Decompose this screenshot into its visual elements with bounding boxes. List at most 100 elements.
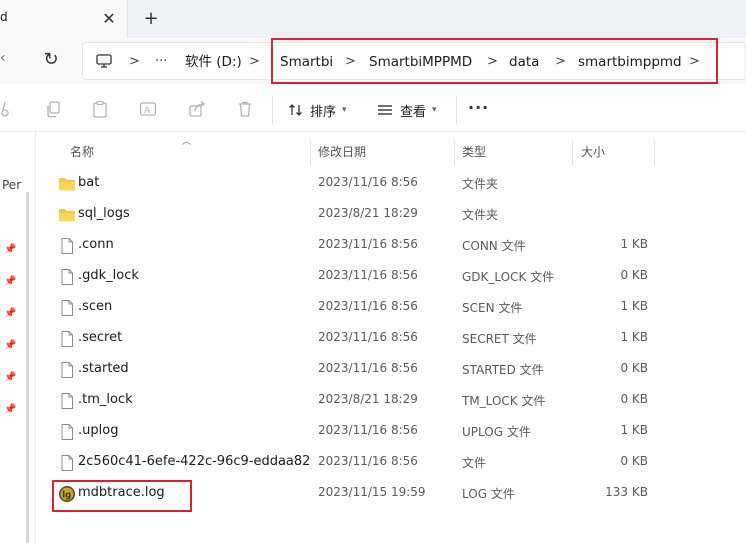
pin-icon[interactable]: 📌 [4, 340, 16, 352]
folder-icon [58, 175, 76, 193]
column-header-date[interactable]: 修改日期 [318, 143, 366, 160]
column-header-size[interactable]: 大小 [581, 143, 605, 160]
file-name: .scen [78, 299, 113, 314]
file-name: .secret [78, 330, 123, 345]
file-row[interactable]: .secret 2023/11/16 8:56 SECRET 文件 1 KB [36, 323, 746, 354]
tab-current[interactable]: d ✕ [0, 0, 128, 38]
file-row[interactable]: .tm_lock 2023/8/21 18:29 TM_LOCK 文件 0 KB [36, 385, 746, 416]
copy-icon[interactable] [44, 100, 62, 118]
sort-ascending-icon: ︿ [182, 137, 192, 147]
column-header-name[interactable]: 名称 [70, 143, 94, 160]
file-row[interactable]: 2c560c41-6efe-422c-96c9-eddaa828c... 2023… [36, 447, 746, 478]
share-icon[interactable] [188, 100, 206, 118]
file-size: 1 KB [620, 330, 648, 344]
column-divider[interactable] [572, 140, 573, 166]
file-type: SCEN 文件 [462, 301, 523, 315]
pin-icon[interactable]: 📌 [4, 372, 16, 384]
paste-icon[interactable] [91, 100, 109, 118]
file-date: 2023/11/16 8:56 [318, 454, 418, 468]
view-button[interactable]: 查看 ▾ [376, 98, 437, 122]
breadcrumb-chevron-icon[interactable]: > [345, 52, 356, 72]
breadcrumb-chevron-icon[interactable]: > [129, 52, 140, 72]
file-list: ︿ 名称 修改日期 类型 大小 bat 2023/11/16 8:56 文件夹 sql… [36, 132, 746, 543]
svg-text:A: A [144, 106, 151, 116]
file-date: 2023/11/16 8:56 [318, 361, 418, 375]
file-icon [58, 454, 76, 472]
file-size: 133 KB [605, 485, 648, 499]
pin-icon[interactable]: 📌 [4, 308, 16, 320]
command-bar: A 排序 ▾ 查看 ▾ ··· [0, 88, 746, 132]
file-icon [58, 423, 76, 441]
file-name: .conn [78, 237, 114, 252]
file-name: mdbtrace.log [78, 485, 165, 500]
breadcrumb-chevron-icon[interactable]: > [689, 52, 700, 72]
address-bar[interactable]: > ··· 软件 (D:) > Smartbi > SmartbiMPPMD >… [82, 42, 746, 80]
new-tab-icon[interactable]: + [141, 8, 161, 30]
breadcrumb-chevron-icon[interactable]: > [249, 52, 260, 72]
nav-scrollbar[interactable] [26, 192, 29, 543]
pin-icon[interactable]: 📌 [4, 404, 16, 416]
breadcrumb-current-folder[interactable]: smartbimppmd [578, 52, 682, 72]
file-type: UPLOG 文件 [462, 425, 531, 439]
refresh-icon[interactable]: ↻ [40, 49, 62, 71]
view-label: 查看 [400, 104, 427, 120]
file-type: 文件夹 [462, 208, 499, 222]
file-type: STARTED 文件 [462, 363, 544, 377]
file-date: 2023/11/16 8:56 [318, 330, 418, 344]
column-divider[interactable] [310, 140, 311, 166]
file-icon [58, 330, 76, 348]
breadcrumb-smartbi[interactable]: Smartbi [280, 52, 333, 72]
sort-icon [289, 104, 302, 116]
folder-icon [58, 206, 76, 224]
file-row[interactable]: .uplog 2023/11/16 8:56 UPLOG 文件 1 KB [36, 416, 746, 447]
toolbar-divider [272, 96, 273, 124]
breadcrumb-data[interactable]: data [509, 52, 539, 72]
file-row[interactable]: sql_logs 2023/8/21 18:29 文件夹 [36, 199, 746, 230]
breadcrumb-smartbimppmd[interactable]: SmartbiMPPMD [369, 52, 472, 72]
more-options-icon[interactable]: ··· [468, 98, 489, 117]
view-icon [378, 105, 392, 115]
file-icon [58, 237, 76, 255]
file-name: .tm_lock [78, 392, 133, 407]
nav-item-partial[interactable]: Per [2, 178, 21, 192]
file-row[interactable]: bat 2023/11/16 8:56 文件夹 [36, 168, 746, 199]
sort-button[interactable]: 排序 ▾ [288, 98, 347, 122]
cut-icon[interactable] [0, 100, 10, 118]
column-divider[interactable] [654, 140, 655, 166]
column-header-type[interactable]: 类型 [462, 143, 486, 160]
file-date: 2023/8/21 18:29 [318, 206, 418, 220]
file-row[interactable]: .started 2023/11/16 8:56 STARTED 文件 0 KB [36, 354, 746, 385]
file-name: 2c560c41-6efe-422c-96c9-eddaa828c... [78, 454, 310, 469]
breadcrumb-overflow-icon[interactable]: ··· [155, 52, 167, 72]
toolbar-divider [456, 96, 457, 124]
file-row[interactable]: .scen 2023/11/16 8:56 SCEN 文件 1 KB [36, 292, 746, 323]
rename-icon[interactable]: A [139, 100, 157, 118]
file-type: GDK_LOCK 文件 [462, 270, 555, 284]
breadcrumb-chevron-icon[interactable]: > [555, 52, 566, 72]
file-icon [58, 361, 76, 379]
file-date: 2023/11/16 8:56 [318, 423, 418, 437]
file-row[interactable]: .gdk_lock 2023/11/16 8:56 GDK_LOCK 文件 0 KB [36, 261, 746, 292]
close-tab-icon[interactable]: ✕ [99, 9, 119, 29]
chevron-down-icon: ▾ [432, 105, 437, 115]
delete-icon[interactable] [236, 100, 254, 118]
this-pc-icon[interactable] [95, 52, 113, 70]
breadcrumb-drive[interactable]: 软件 (D:) [185, 52, 242, 72]
file-type: TM_LOCK 文件 [462, 394, 546, 408]
pin-icon[interactable]: 📌 [4, 276, 16, 288]
column-header-row: ︿ 名称 修改日期 类型 大小 [36, 132, 746, 172]
file-name: .gdk_lock [78, 268, 139, 283]
file-icon [58, 299, 76, 317]
column-divider[interactable] [454, 140, 455, 166]
title-bar: d ✕ + [0, 0, 746, 38]
file-row[interactable]: lg mdbtrace.log 2023/11/15 19:59 LOG 文件 133 … [36, 478, 746, 509]
file-date: 2023/11/16 8:56 [318, 268, 418, 282]
log-file-icon: lg [58, 485, 76, 503]
file-row[interactable]: .conn 2023/11/16 8:56 CONN 文件 1 KB [36, 230, 746, 261]
file-size: 0 KB [620, 361, 648, 375]
svg-text:lg: lg [62, 491, 71, 501]
pin-icon[interactable]: 📌 [4, 244, 16, 256]
nav-arrow-icon[interactable]: ‹ [0, 50, 12, 66]
breadcrumb-chevron-icon[interactable]: > [487, 52, 498, 72]
chevron-down-icon: ▾ [342, 105, 347, 115]
